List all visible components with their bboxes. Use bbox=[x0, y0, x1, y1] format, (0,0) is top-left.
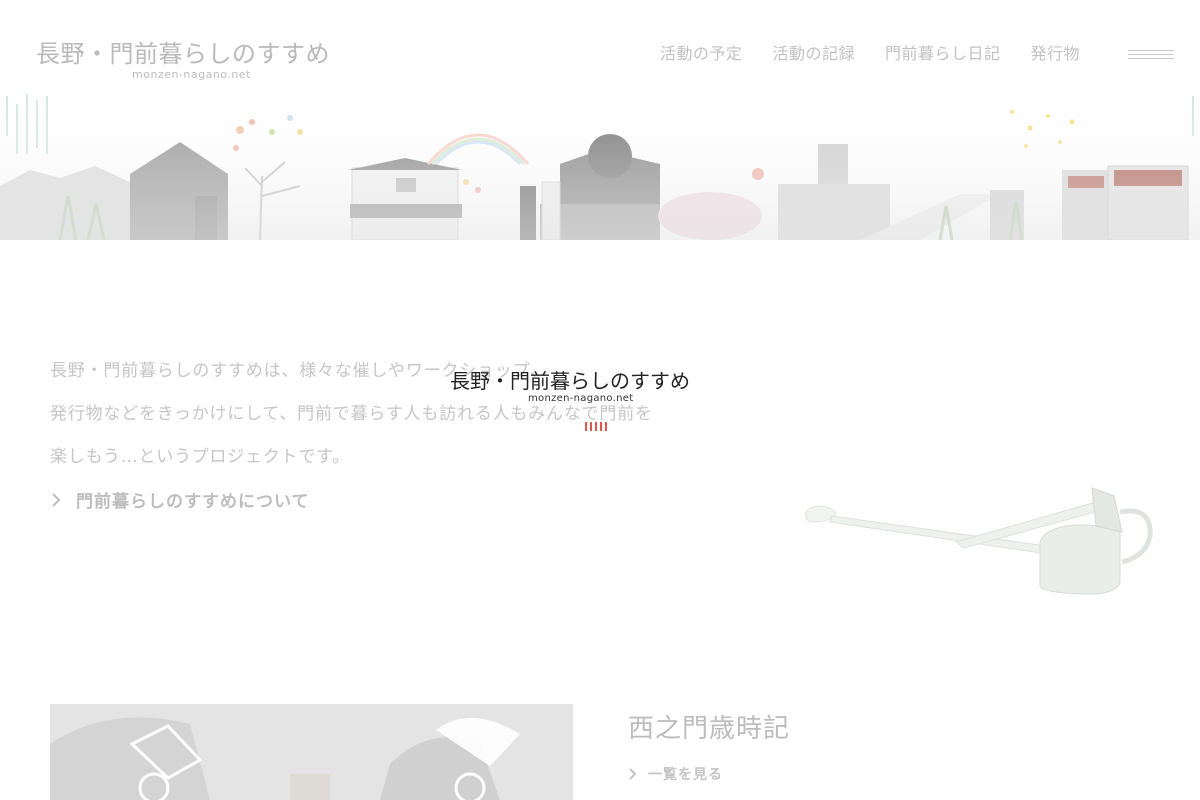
nav-item-diary[interactable]: 門前暮らし日記 bbox=[885, 40, 1001, 64]
town-collage-image bbox=[0, 86, 1200, 240]
people-photo-image bbox=[50, 704, 573, 800]
logo-subtitle: monzen-nagano.net bbox=[132, 68, 251, 81]
season-photo[interactable] bbox=[50, 704, 573, 800]
intro-line-3: 楽しもう…というプロジェクトです。 bbox=[50, 447, 351, 467]
view-all-label: 一覧を見る bbox=[648, 767, 723, 783]
about-link-label: 門前暮らしのすすめについて bbox=[76, 492, 310, 512]
section-title: 西之門歳時記 bbox=[628, 714, 791, 744]
overlay-logo-subtitle: monzen-nagano.net bbox=[528, 393, 634, 404]
logo-title: 長野・門前暮らしのすすめ bbox=[36, 40, 330, 68]
overlay-logo-title: 長野・門前暮らしのすすめ bbox=[450, 369, 690, 393]
about-link[interactable]: 門前暮らしのすすめについて bbox=[50, 487, 310, 512]
site-logo[interactable]: 長野・門前暮らしのすすめ monzen-nagano.net bbox=[36, 30, 346, 86]
town-illustration-banner bbox=[0, 86, 1200, 240]
view-all-link[interactable]: 一覧を見る bbox=[628, 764, 723, 784]
hamburger-icon[interactable] bbox=[1126, 46, 1176, 62]
page: 長野・門前暮らしのすすめ monzen-nagano.net 活動の予定 活動の… bbox=[0, 0, 1200, 800]
nav-item-schedule[interactable]: 活動の予定 bbox=[660, 40, 743, 64]
loading-bars-icon bbox=[585, 422, 607, 431]
loading-logo-overlay: 長野・門前暮らしのすすめ monzen-nagano.net bbox=[450, 365, 700, 437]
main-nav: 活動の予定 活動の記録 門前暮らし日記 発行物 bbox=[660, 40, 1080, 64]
site-header: 長野・門前暮らしのすすめ monzen-nagano.net 活動の予定 活動の… bbox=[0, 0, 1200, 100]
nav-item-publications[interactable]: 発行物 bbox=[1030, 40, 1080, 64]
chevron-right-icon bbox=[629, 768, 637, 780]
nav-item-records[interactable]: 活動の記録 bbox=[772, 40, 855, 64]
chevron-right-icon bbox=[52, 492, 61, 507]
watering-can-image bbox=[805, 487, 1153, 595]
